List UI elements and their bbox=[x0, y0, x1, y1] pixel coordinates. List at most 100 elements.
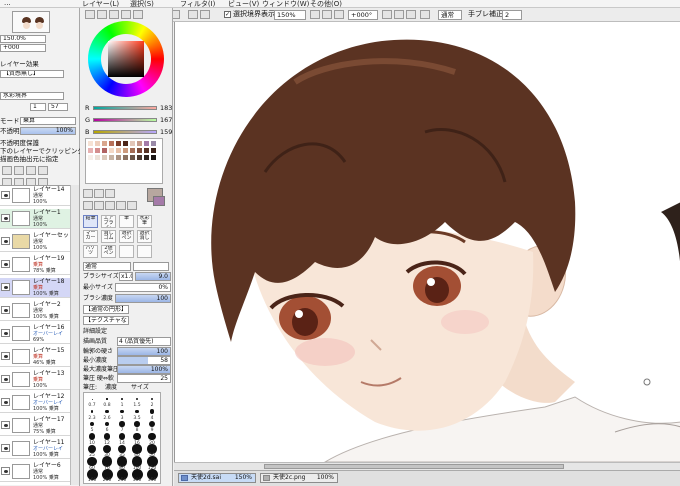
brush-size-dot[interactable] bbox=[133, 432, 141, 441]
color-swatch[interactable] bbox=[109, 148, 114, 153]
visibility-eye-icon[interactable] bbox=[1, 329, 10, 337]
brush-size-dot[interactable] bbox=[104, 421, 110, 427]
tool-watercolor[interactable]: 水彩筆 bbox=[137, 215, 152, 228]
layer-row[interactable]: レイヤー6 通常 100% 乗算 bbox=[0, 462, 70, 482]
pressure-size-check[interactable]: サイズ bbox=[131, 383, 149, 392]
zoom-out-icon[interactable] bbox=[200, 10, 210, 19]
blend-mode-select[interactable]: 通常 bbox=[438, 10, 462, 20]
rotate-reset-icon[interactable] bbox=[406, 10, 416, 19]
color-swatch[interactable] bbox=[137, 155, 142, 160]
effect-strength-field[interactable]: 57 bbox=[48, 103, 68, 111]
brush-size-grid[interactable]: 0.70.811.522.32.633.54567891012141620253… bbox=[83, 392, 161, 484]
layer-row[interactable]: レイヤー14 通常 100% bbox=[0, 186, 70, 206]
brush-size-dot[interactable] bbox=[118, 433, 126, 440]
color-swatch[interactable] bbox=[137, 141, 142, 146]
brush-size-multiplier[interactable]: x1.0 bbox=[119, 272, 133, 281]
color-swatch[interactable] bbox=[116, 148, 121, 153]
zoom-in-icon[interactable] bbox=[188, 10, 198, 19]
brush-edge-presets[interactable] bbox=[133, 262, 169, 271]
new-layer-icon[interactable] bbox=[2, 166, 12, 175]
layer-row[interactable]: レイヤー2 通常 100% 乗算 bbox=[0, 301, 70, 321]
menu-item-filter[interactable]: フィルタ(I) bbox=[180, 0, 215, 7]
layer-row[interactable]: レイヤー13 乗算 100% bbox=[0, 370, 70, 390]
menu-item-0[interactable]: ... bbox=[4, 0, 11, 7]
color-swatch[interactable] bbox=[130, 148, 135, 153]
layer-row[interactable]: レイヤー19 乗算 78% 乗算 bbox=[0, 255, 70, 275]
color-swatch[interactable] bbox=[95, 141, 100, 146]
tool-pencil[interactable]: 鉛筆 bbox=[83, 215, 98, 228]
texture-select[interactable]: 【質感無し】 bbox=[0, 70, 64, 78]
tool-empty-2[interactable] bbox=[137, 245, 152, 258]
brush-size-dot[interactable] bbox=[119, 421, 125, 427]
file-tab-1[interactable]: 天使2d.sai 150% bbox=[178, 473, 256, 483]
color-swatch[interactable] bbox=[109, 141, 114, 146]
scrollbar-thumb[interactable] bbox=[264, 464, 564, 469]
layer-row[interactable]: レイヤー18 乗算 100% 乗算 bbox=[0, 278, 70, 298]
navigator-angle-field[interactable]: +000 bbox=[0, 44, 46, 52]
color-swatch[interactable] bbox=[88, 141, 93, 146]
brush-size-dot[interactable] bbox=[102, 444, 112, 454]
visibility-eye-icon[interactable] bbox=[1, 306, 10, 314]
saturation-value-square[interactable] bbox=[108, 41, 144, 77]
brush-size-dot[interactable] bbox=[135, 397, 139, 401]
red-slider[interactable] bbox=[93, 106, 157, 110]
canvas-horizontal-scrollbar[interactable] bbox=[174, 462, 680, 470]
copy-layer-icon[interactable] bbox=[38, 166, 48, 175]
color-swatch[interactable] bbox=[137, 148, 142, 153]
effect-width-field[interactable]: 1 bbox=[30, 103, 46, 111]
tool-empty-1[interactable] bbox=[119, 245, 134, 258]
color-swatch[interactable] bbox=[95, 155, 100, 160]
lasso-icon[interactable] bbox=[94, 189, 104, 198]
red-value[interactable]: 183 bbox=[160, 104, 172, 112]
drawing-canvas[interactable] bbox=[174, 22, 680, 462]
zoom-minus-icon[interactable] bbox=[310, 10, 320, 19]
brush-size-dot[interactable] bbox=[148, 432, 156, 441]
color-swatch[interactable] bbox=[102, 148, 107, 153]
visibility-eye-icon[interactable] bbox=[1, 237, 10, 245]
stabilizer-select[interactable]: 2 bbox=[502, 10, 522, 20]
brush-size-slider[interactable]: 9.0 bbox=[135, 272, 171, 281]
layer-scrollbar[interactable] bbox=[70, 185, 79, 485]
layer-row[interactable]: レイヤーセット1通常100% bbox=[0, 232, 70, 252]
detail-settings-label[interactable]: 詳細設定 bbox=[83, 327, 107, 336]
layer-row[interactable]: レイヤー15 乗算 46% 乗算 bbox=[0, 347, 70, 367]
visibility-eye-icon[interactable] bbox=[1, 375, 10, 383]
move-icon[interactable] bbox=[83, 201, 93, 210]
swatch-toggle[interactable] bbox=[121, 10, 131, 19]
color-swatch[interactable] bbox=[144, 141, 149, 146]
brush-size-dot[interactable] bbox=[88, 445, 96, 453]
blue-value[interactable]: 159 bbox=[160, 128, 172, 136]
brush-size-dot[interactable] bbox=[149, 409, 155, 414]
brush-size-dot[interactable] bbox=[106, 398, 108, 400]
visibility-eye-icon[interactable] bbox=[1, 467, 10, 475]
layer-row[interactable]: レイヤー16 オーバーレイ 69% bbox=[0, 324, 70, 344]
visibility-eye-icon[interactable] bbox=[1, 421, 10, 429]
layer-row[interactable]: レイヤー11 オーバーレイ 100% 乗算 bbox=[0, 439, 70, 459]
color-swatch[interactable] bbox=[144, 148, 149, 153]
scratchpad-toggle[interactable] bbox=[133, 10, 143, 19]
menu-item-other[interactable]: その他(O) bbox=[310, 0, 342, 7]
menu-item-select[interactable]: 選択(S) bbox=[130, 0, 154, 7]
brush-shape-select[interactable]: 【通常の円形】 bbox=[83, 305, 129, 314]
max-pressure-slider[interactable]: 100% bbox=[117, 365, 171, 374]
brush-size-dot[interactable] bbox=[88, 433, 96, 440]
min-density-slider[interactable]: 58 bbox=[117, 356, 171, 365]
rotate-left-icon[interactable] bbox=[382, 10, 392, 19]
color-swatch-grid[interactable] bbox=[85, 138, 163, 184]
color-swatch[interactable] bbox=[123, 141, 128, 146]
color-swatch[interactable] bbox=[102, 141, 107, 146]
color-swatch[interactable] bbox=[123, 155, 128, 160]
brush-size-dot[interactable] bbox=[120, 409, 124, 414]
rgb-slider-toggle[interactable] bbox=[97, 10, 107, 19]
eyedropper-icon[interactable] bbox=[127, 201, 137, 210]
tool-bucket[interactable]: バケツ bbox=[83, 245, 98, 258]
edge-hardness-slider[interactable]: 100 bbox=[117, 347, 171, 356]
flip-icon[interactable] bbox=[420, 10, 430, 19]
tool-binary-pen[interactable]: 2値ペン bbox=[101, 245, 116, 258]
rotate-tool-icon[interactable] bbox=[105, 201, 115, 210]
navigator-thumbnail[interactable] bbox=[12, 11, 50, 33]
secondary-color-swatch[interactable] bbox=[153, 196, 165, 206]
new-folder-icon[interactable] bbox=[14, 166, 24, 175]
pressure-density-check[interactable]: 濃度 bbox=[105, 383, 117, 392]
color-swatch[interactable] bbox=[151, 148, 156, 153]
